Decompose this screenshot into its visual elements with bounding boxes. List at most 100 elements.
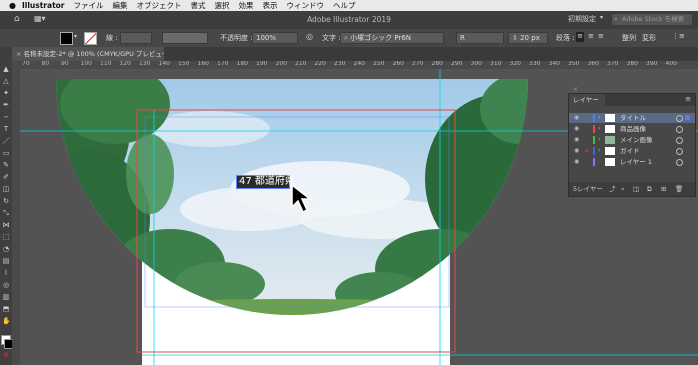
panel-menu-icon[interactable]: ≡ bbox=[685, 95, 691, 103]
close-icon[interactable]: × bbox=[16, 50, 24, 58]
opacity-label: 不透明度 : bbox=[220, 34, 253, 42]
layer-row[interactable]: ◉ › 商品画像 bbox=[569, 124, 695, 134]
lock-slot[interactable] bbox=[585, 157, 591, 167]
layer-name[interactable]: 商品画像 bbox=[620, 124, 646, 134]
layer-thumbnail bbox=[605, 114, 615, 122]
chevron-down-icon[interactable]: ▾ bbox=[74, 33, 77, 40]
align-center-icon[interactable]: ≡ bbox=[588, 32, 594, 40]
new-sublayer-icon[interactable]: ⧉ bbox=[647, 182, 652, 196]
character-label[interactable]: 文字 : bbox=[322, 33, 341, 43]
adobe-stock-search-input[interactable]: ⌕ Adobe Stock を検索 bbox=[612, 14, 692, 25]
close-icon[interactable]: × bbox=[573, 86, 578, 93]
selected-text-frame[interactable]: 47 都道府県 bbox=[236, 175, 295, 189]
layer-row[interactable]: ◉ レイヤー 1 bbox=[569, 157, 695, 167]
new-layer-icon[interactable]: ⊞ bbox=[661, 182, 666, 196]
menu-edit[interactable]: 編集 bbox=[113, 0, 128, 11]
menu-object[interactable]: オブジェクト bbox=[137, 0, 182, 11]
width-tool-icon[interactable]: ⋈ bbox=[2, 221, 10, 229]
visibility-eye-icon[interactable]: ◉ bbox=[574, 157, 579, 167]
paragraph-label[interactable]: 段落 : bbox=[556, 33, 575, 43]
visibility-eye-icon[interactable]: ◉ bbox=[574, 146, 579, 156]
selection-square[interactable] bbox=[685, 115, 690, 120]
menu-file[interactable]: ファイル bbox=[74, 0, 104, 11]
menu-help[interactable]: ヘルプ bbox=[333, 0, 356, 11]
layer-name[interactable]: ガイド bbox=[620, 146, 640, 156]
lock-slot[interactable] bbox=[585, 124, 591, 134]
layer-row[interactable]: ◉ 🔒︎ › ガイド bbox=[569, 146, 695, 156]
font-style-field[interactable]: R bbox=[456, 32, 504, 44]
transform-label[interactable]: 変形 bbox=[642, 33, 656, 43]
target-circle-icon[interactable] bbox=[676, 115, 683, 122]
ruler-mark: 200 bbox=[275, 61, 287, 67]
opacity-field[interactable]: 100% bbox=[252, 32, 298, 44]
document-tab[interactable]: × 名称未設定-2* @ 100% (CMYK/GPU プレビュー) bbox=[12, 47, 164, 61]
none-color-icon[interactable]: ⊘ bbox=[2, 351, 10, 359]
export-icon[interactable]: ⤴ bbox=[609, 182, 616, 196]
layer-row[interactable]: ◉ › メイン画像 bbox=[569, 135, 695, 145]
scale-tool-icon[interactable]: ⤡ bbox=[2, 209, 10, 217]
magic-wand-icon[interactable]: ✦ bbox=[2, 89, 10, 97]
menu-select[interactable]: 選択 bbox=[215, 0, 230, 11]
line-tool-icon[interactable]: ／ bbox=[2, 137, 10, 145]
expand-arrow-icon[interactable]: › bbox=[598, 135, 600, 145]
eraser-tool-icon[interactable]: ◫ bbox=[2, 185, 10, 193]
locate-object-icon[interactable]: ⌕ bbox=[621, 182, 625, 196]
font-family-field[interactable]: ⌕ 小塚ゴシック Pr6N bbox=[340, 32, 444, 44]
layer-name[interactable]: メイン画像 bbox=[620, 135, 653, 145]
direct-selection-tool-icon[interactable]: △ bbox=[2, 77, 10, 85]
workspace-preset-dropdown[interactable]: 初期設定 bbox=[568, 14, 596, 25]
layer-name[interactable]: タイトル bbox=[620, 113, 646, 123]
fill-swatch[interactable] bbox=[60, 32, 73, 45]
rectangle-tool-icon[interactable]: ▭ bbox=[2, 149, 10, 157]
layer-row[interactable]: ◉ › タイトル bbox=[569, 113, 695, 123]
blend-tool-icon[interactable]: ◎ bbox=[2, 281, 10, 289]
visibility-eye-icon[interactable]: ◉ bbox=[574, 124, 579, 134]
selection-tool-icon[interactable]: ▲ bbox=[2, 65, 10, 73]
rotate-tool-icon[interactable]: ↻ bbox=[2, 197, 10, 205]
menu-window[interactable]: ウィンドウ bbox=[287, 0, 325, 11]
free-transform-icon[interactable]: ⬚ bbox=[2, 233, 10, 241]
clipping-mask-icon[interactable]: ◫ bbox=[633, 182, 639, 196]
pen-tool-icon[interactable]: ✒ bbox=[2, 101, 10, 109]
gradient-tool-icon[interactable]: ▤ bbox=[2, 257, 10, 265]
layer-name[interactable]: レイヤー 1 bbox=[620, 157, 652, 167]
apple-icon[interactable]: ● bbox=[9, 1, 16, 10]
eyedropper-tool-icon[interactable]: ⌇ bbox=[2, 269, 10, 277]
hand-tool-icon[interactable]: ✋ bbox=[2, 317, 11, 325]
shaper-tool-icon[interactable]: ✐ bbox=[2, 173, 10, 181]
more-options-icon[interactable]: ⋮≡ bbox=[672, 32, 685, 40]
menu-type[interactable]: 書式 bbox=[191, 0, 206, 11]
target-circle-icon[interactable] bbox=[676, 137, 683, 144]
curvature-tool-icon[interactable]: ∽ bbox=[2, 113, 10, 121]
align-right-icon[interactable]: ≡ bbox=[598, 32, 604, 40]
lock-slot[interactable] bbox=[585, 135, 591, 145]
visibility-eye-icon[interactable]: ◉ bbox=[574, 135, 579, 145]
lock-slot[interactable] bbox=[585, 113, 591, 123]
font-size-field[interactable]: ⇕ 20 px bbox=[508, 32, 548, 44]
shape-builder-icon[interactable]: ◔ bbox=[2, 245, 10, 253]
stroke-swatch[interactable] bbox=[84, 32, 97, 45]
target-circle-icon[interactable] bbox=[676, 126, 683, 133]
artboard-tool-icon[interactable]: ⬒ bbox=[2, 305, 10, 313]
recolor-icon[interactable]: ◎ bbox=[306, 32, 313, 41]
expand-arrow-icon[interactable]: › bbox=[598, 124, 600, 134]
align-label[interactable]: 整列 bbox=[622, 33, 636, 43]
variable-width-profile[interactable] bbox=[162, 32, 208, 44]
chart-tool-icon[interactable]: ▥ bbox=[2, 293, 10, 301]
menu-view[interactable]: 表示 bbox=[263, 0, 278, 11]
paintbrush-tool-icon[interactable]: ✎ bbox=[2, 161, 10, 169]
type-tool-icon[interactable]: T bbox=[2, 125, 10, 133]
expand-arrow-icon[interactable]: › bbox=[598, 146, 600, 156]
target-circle-icon[interactable] bbox=[676, 159, 683, 166]
visibility-eye-icon[interactable]: ◉ bbox=[574, 113, 579, 123]
target-circle-icon[interactable] bbox=[676, 148, 683, 155]
lock-icon[interactable]: 🔒︎ bbox=[585, 146, 591, 156]
delete-icon[interactable]: 🗑︎ bbox=[675, 182, 683, 196]
layers-tab[interactable]: レイヤー bbox=[569, 94, 605, 106]
align-left-icon[interactable]: ≡ bbox=[576, 32, 584, 42]
stroke-weight-field[interactable] bbox=[120, 32, 152, 44]
chevron-down-icon[interactable]: ▾ bbox=[600, 14, 603, 21]
expand-arrow-icon[interactable]: › bbox=[598, 113, 600, 123]
menu-app-name[interactable]: Illustrator bbox=[22, 1, 65, 10]
menu-effect[interactable]: 効果 bbox=[239, 0, 254, 11]
